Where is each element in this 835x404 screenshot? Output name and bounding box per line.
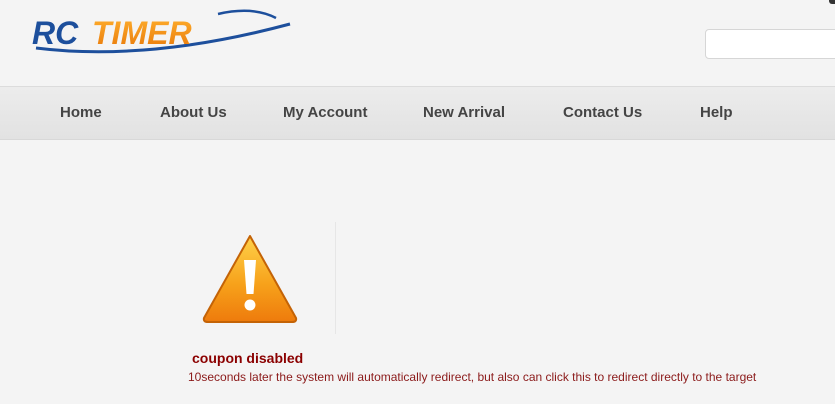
corner-mark: [829, 0, 835, 4]
site-logo[interactable]: RC TIMER: [28, 4, 298, 62]
alert-title: coupon disabled: [192, 350, 304, 366]
warning-icon: [202, 235, 298, 323]
search-input[interactable]: [705, 29, 835, 59]
nav-about-us[interactable]: About Us: [160, 87, 227, 139]
main-nav: Home About Us My Account New Arrival Con…: [0, 86, 835, 140]
nav-new-arrival[interactable]: New Arrival: [423, 87, 505, 139]
header: RC TIMER: [0, 0, 835, 86]
svg-text:TIMER: TIMER: [92, 15, 192, 51]
svg-text:RC: RC: [32, 15, 79, 51]
nav-home[interactable]: Home: [60, 87, 102, 139]
nav-contact-us[interactable]: Contact Us: [563, 87, 642, 139]
redirect-message-link[interactable]: 10seconds later the system will automati…: [188, 370, 756, 384]
nav-help[interactable]: Help: [700, 87, 733, 139]
nav-my-account[interactable]: My Account: [283, 87, 367, 139]
page: RC TIMER Home About Us My Account New Ar…: [0, 0, 835, 404]
